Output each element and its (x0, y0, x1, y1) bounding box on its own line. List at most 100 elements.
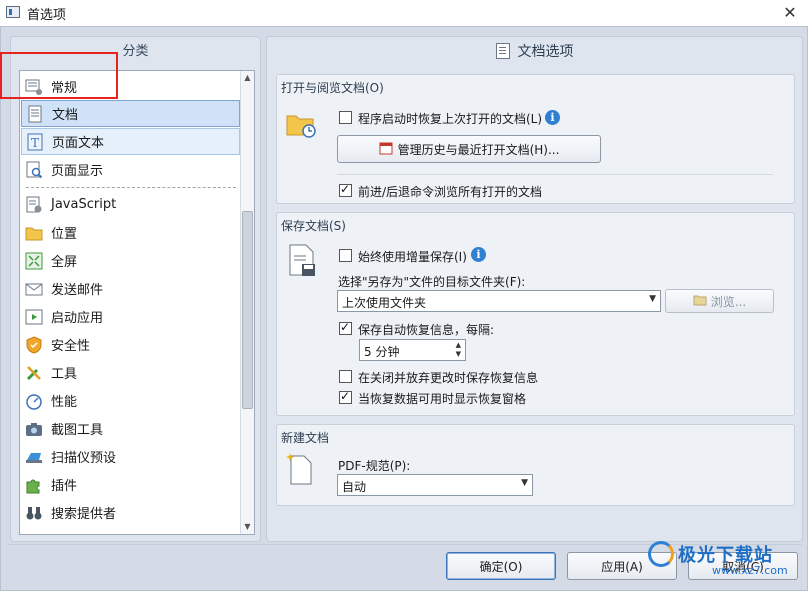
save-on-discard-checkbox[interactable] (339, 370, 352, 383)
ok-label: 确定(O) (479, 559, 523, 574)
puzzle-icon (24, 475, 44, 495)
group-title: 保存文档(S) (281, 219, 346, 233)
folder-open-icon (24, 223, 44, 243)
category-item-security[interactable]: 安全性 (21, 331, 240, 358)
category-label: 文档 (52, 108, 79, 123)
category-item-plugins[interactable]: 插件 (21, 471, 240, 498)
scanner-icon (24, 447, 44, 467)
scroll-down-arrow-icon[interactable]: ▼ (241, 520, 254, 533)
browse-button[interactable]: 浏览... (665, 289, 774, 313)
svg-text:T: T (31, 136, 39, 150)
title-bar: 首选项 ✕ (0, 0, 810, 26)
browse-label: 浏览... (710, 294, 747, 309)
target-folder-label: 选择"另存为"文件的目标文件夹(F): (338, 275, 526, 289)
target-folder-value: 上次使用文件夹 (342, 296, 427, 310)
options-title: 文档选项 (517, 44, 574, 60)
chevron-down-icon: ▼ (521, 478, 528, 488)
close-button[interactable]: ✕ (770, 0, 810, 26)
pdf-spec-select[interactable]: 自动 ▼ (337, 474, 533, 496)
interval-value: 5 分钟 (364, 345, 400, 359)
category-item-fullscreen[interactable]: 全屏 (21, 247, 240, 274)
shield-icon (24, 335, 44, 355)
category-divider (26, 187, 236, 188)
document-options-icon (495, 43, 510, 59)
incremental-save-label: 始终使用增量保存(I) (358, 250, 467, 264)
category-item-page-display[interactable]: 页面显示 (21, 156, 240, 183)
category-label: 插件 (51, 479, 78, 494)
info-icon[interactable]: i (471, 247, 486, 262)
scrollbar-thumb[interactable] (242, 211, 253, 409)
nav-all-docs-label: 前进/后退命令浏览所有打开的文档 (358, 185, 543, 199)
category-item-send-mail[interactable]: 发送邮件 (21, 275, 240, 302)
text-icon: T (25, 132, 45, 152)
tools-icon (24, 363, 44, 383)
highlight-annotation-box (0, 52, 118, 99)
binoculars-icon (24, 503, 44, 523)
category-item-scanner-presets[interactable]: 扫描仪预设 (21, 443, 240, 470)
save-on-discard-label: 在关闭并放弃更改时保存恢复信息 (358, 371, 539, 385)
category-label: 搜索提供者 (51, 507, 117, 522)
page-magnify-icon (24, 160, 44, 180)
category-label: 性能 (51, 395, 78, 410)
category-label: 发送邮件 (51, 283, 104, 298)
fullscreen-icon (24, 251, 44, 271)
autosave-interval-spinner[interactable]: 5 分钟 ▲ ▼ (359, 339, 466, 361)
incremental-save-checkbox[interactable] (339, 249, 352, 262)
spinner-arrows-icon[interactable]: ▲ ▼ (456, 341, 461, 359)
script-icon (24, 195, 44, 215)
ok-button[interactable]: 确定(O) (446, 552, 556, 580)
group-title: 打开与阅览文档(O) (281, 81, 384, 95)
show-recovery-label: 当恢复数据可用时显示恢复窗格 (358, 392, 527, 406)
category-item-document[interactable]: 文档 (21, 100, 240, 127)
apply-label: 应用(A) (601, 559, 643, 574)
pdf-spec-label: PDF-规范(P): (338, 459, 411, 473)
pdf-spec-value: 自动 (342, 480, 367, 494)
folder-clock-icon (286, 108, 318, 143)
options-header: 文档选项 (266, 38, 803, 64)
category-label: 位置 (51, 227, 78, 242)
category-item-screenshot[interactable]: 截图工具 (21, 415, 240, 442)
group-divider (337, 174, 773, 175)
autosave-label: 保存自动恢复信息，每隔: (358, 323, 495, 337)
new-document-icon (286, 452, 314, 489)
category-label: 安全性 (51, 339, 91, 354)
app-window-icon (6, 6, 20, 18)
category-item-tools[interactable]: 工具 (21, 359, 240, 386)
category-label: 扫描仪预设 (51, 451, 117, 466)
category-label: 工具 (51, 367, 78, 382)
window-title: 首选项 (27, 8, 67, 23)
category-item-launch-app[interactable]: 启动应用 (21, 303, 240, 330)
gauge-icon (24, 391, 44, 411)
category-label: 截图工具 (51, 423, 104, 438)
manage-history-button[interactable]: 管理历史与最近打开文档(H)... (337, 135, 601, 163)
info-icon[interactable]: i (545, 110, 560, 125)
category-list: 常规 文档 T 页面文本 页面显示 JavaScript 位置 全屏 发送邮件 … (19, 70, 255, 535)
category-item-location[interactable]: 位置 (21, 219, 240, 246)
watermark-logo-icon (648, 541, 674, 567)
mail-icon (24, 279, 44, 299)
save-document-icon (288, 244, 318, 281)
group-title: 新建文档 (281, 431, 330, 445)
document-icon (25, 104, 45, 124)
scroll-up-arrow-icon[interactable]: ▲ (241, 71, 254, 84)
autosave-checkbox[interactable] (339, 320, 352, 335)
category-label: JavaScript (51, 197, 117, 212)
category-item-page-text[interactable]: T 页面文本 (21, 128, 240, 155)
category-label: 页面显示 (51, 164, 104, 179)
play-icon (24, 307, 44, 327)
category-scrollbar[interactable]: ▲ ▼ (240, 71, 254, 534)
category-item-performance[interactable]: 性能 (21, 387, 240, 414)
category-label: 页面文本 (52, 136, 105, 151)
watermark-url: www.xz7.com (712, 564, 788, 577)
camera-icon (24, 419, 44, 439)
chevron-down-icon: ▼ (649, 294, 656, 304)
restore-docs-checkbox[interactable] (339, 111, 352, 124)
folder-icon (693, 294, 707, 309)
category-item-search-providers[interactable]: 搜索提供者 (21, 499, 240, 526)
category-label: 全屏 (51, 255, 78, 270)
show-recovery-checkbox[interactable] (339, 389, 352, 404)
calendar-icon (379, 141, 393, 158)
target-folder-select[interactable]: 上次使用文件夹 ▼ (337, 290, 661, 312)
nav-all-docs-checkbox[interactable] (339, 182, 352, 197)
category-item-javascript[interactable]: JavaScript (21, 191, 240, 218)
